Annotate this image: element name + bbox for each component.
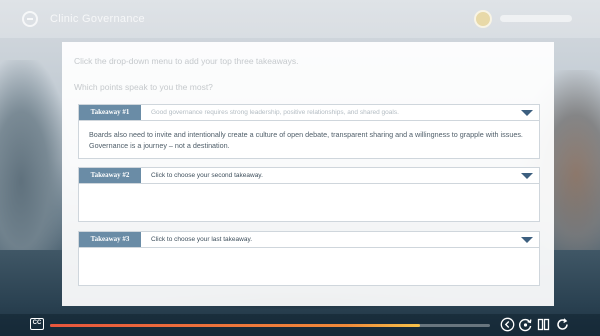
takeaway-3-dropdown[interactable]: Takeaway #3 Click to choose your last ta… — [78, 231, 540, 248]
user-name[interactable] — [500, 15, 572, 22]
progress-fill — [50, 324, 420, 327]
takeaway-3: Takeaway #3 Click to choose your last ta… — [78, 231, 540, 286]
takeaway-3-body — [78, 248, 540, 286]
takeaway-2-selection: Click to choose your second takeaway. — [151, 172, 263, 179]
player-bar: CC — [0, 314, 600, 336]
chevron-down-icon[interactable] — [521, 173, 533, 179]
takeaway-1-body-text: Boards also need to invite and intention… — [89, 130, 523, 150]
closed-captions-icon[interactable]: CC — [30, 318, 44, 330]
takeaway-3-label: Takeaway #3 — [79, 232, 141, 247]
chevron-down-icon[interactable] — [521, 110, 533, 116]
takeaway-1-selection: Good governance requires strong leadersh… — [151, 109, 399, 116]
takeaway-1-dropdown[interactable]: Takeaway #1 Good governance requires str… — [78, 104, 540, 121]
logo-icon[interactable] — [22, 11, 38, 27]
course-title: Clinic Governance — [50, 13, 145, 25]
takeaway-2: Takeaway #2 Click to choose your second … — [78, 167, 540, 222]
pause-icon[interactable] — [536, 317, 551, 332]
takeaway-1: Takeaway #1 Good governance requires str… — [78, 104, 540, 159]
takeaway-3-selection: Click to choose your last takeaway. — [151, 236, 253, 243]
instruction-text: Click the drop-down menu to add your top… — [74, 56, 299, 66]
takeaway-2-label: Takeaway #2 — [79, 168, 141, 183]
back-icon[interactable] — [500, 317, 515, 332]
progress-track[interactable] — [50, 324, 490, 327]
takeaway-1-body: Boards also need to invite and intention… — [78, 121, 540, 159]
user-avatar-icon[interactable] — [474, 10, 492, 28]
replay-icon[interactable] — [518, 317, 533, 332]
takeaway-1-label: Takeaway #1 — [79, 105, 141, 120]
takeaway-2-body — [78, 184, 540, 222]
top-bar: Clinic Governance — [0, 0, 600, 38]
chevron-down-icon[interactable] — [521, 237, 533, 243]
content-panel: Click the drop-down menu to add your top… — [62, 42, 554, 306]
refresh-icon[interactable] — [555, 317, 570, 332]
trees-left — [0, 60, 70, 260]
takeaway-2-dropdown[interactable]: Takeaway #2 Click to choose your second … — [78, 167, 540, 184]
question-text: Which points speak to you the most? — [74, 82, 213, 92]
